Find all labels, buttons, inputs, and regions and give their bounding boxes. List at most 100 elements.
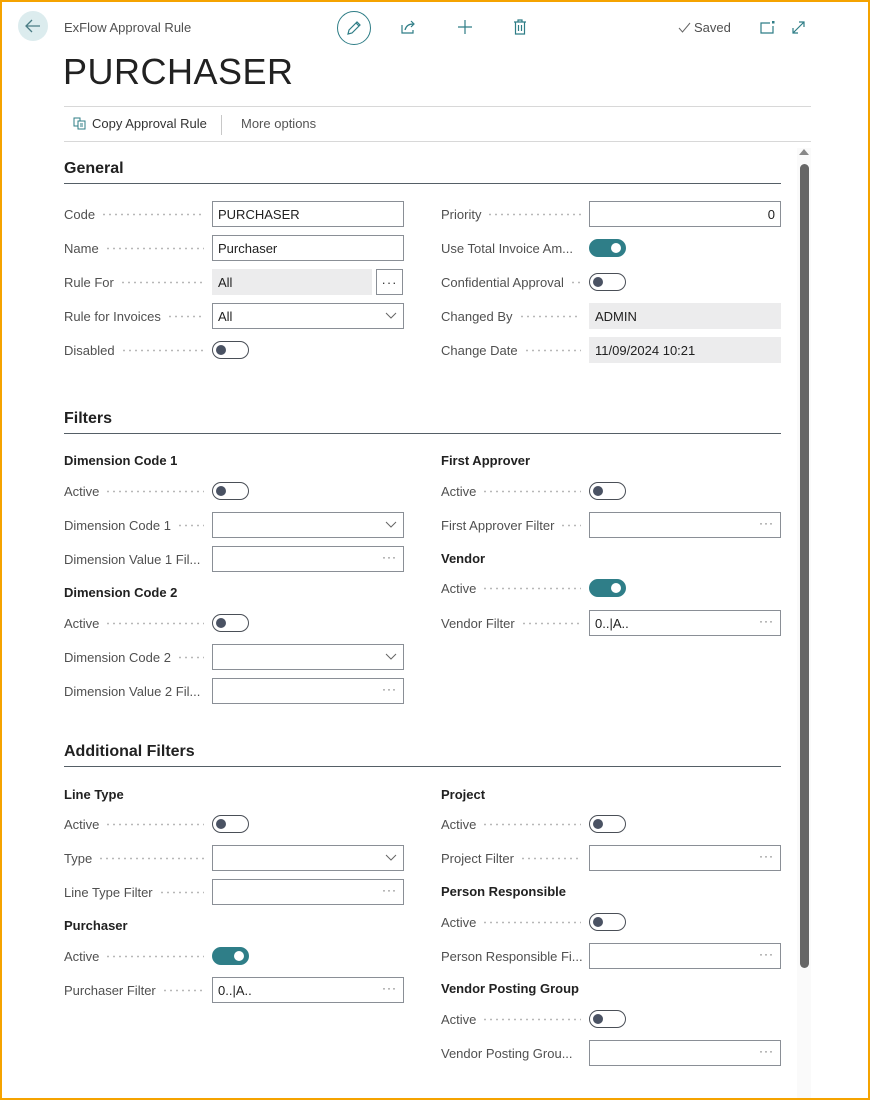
dimension-value-1-filter-input[interactable]: ··· <box>212 546 404 572</box>
field-label: Active <box>64 616 212 631</box>
new-button[interactable] <box>455 17 475 37</box>
code-input[interactable]: PURCHASER <box>212 201 404 227</box>
line-type-filter-input[interactable]: ··· <box>212 879 404 905</box>
group-title-person-responsible: Person Responsible <box>441 884 566 899</box>
dimension-code-1-select[interactable] <box>212 512 404 538</box>
dimension-code-2-select[interactable] <box>212 644 404 670</box>
edit-button[interactable] <box>337 11 371 45</box>
rule-for-invoices-select[interactable]: All <box>212 303 404 329</box>
vendor-posting-group-filter-input[interactable]: ··· <box>589 1040 781 1066</box>
field-value: PURCHASER <box>218 206 300 222</box>
ellipsis-icon[interactable]: ··· <box>382 883 397 897</box>
purchaser-filter-input[interactable]: 0..|A.. ··· <box>212 977 404 1003</box>
ellipsis-icon[interactable]: ··· <box>759 1044 774 1058</box>
purchaser-filter-row: Purchaser Filter 0..|A.. ··· <box>64 977 404 1003</box>
dim1-active-toggle[interactable] <box>212 482 249 500</box>
toggle-knob <box>593 485 603 496</box>
field-label: Name <box>64 241 212 256</box>
disabled-toggle[interactable] <box>212 341 249 359</box>
field-label: Purchaser Filter <box>64 983 212 998</box>
open-new-window-button[interactable] <box>758 17 778 37</box>
label-leader-dots <box>176 523 204 527</box>
field-label: Rule For <box>64 275 212 290</box>
field-label: Active <box>441 484 589 499</box>
field-value: ADMIN <box>595 308 637 324</box>
save-status-label: Saved <box>694 20 731 35</box>
back-button[interactable] <box>18 11 48 41</box>
expand-button[interactable] <box>788 17 808 37</box>
dim1-code-row: Dimension Code 1 <box>64 512 404 538</box>
section-title-general[interactable]: General <box>64 160 124 178</box>
confidential-approval-toggle[interactable] <box>589 273 626 291</box>
line-type-active-toggle[interactable] <box>212 815 249 833</box>
code-row: Code PURCHASER <box>64 201 404 227</box>
priority-input[interactable]: 0 <box>589 201 781 227</box>
change-date-label: Change Date <box>441 342 518 358</box>
section-title-additional-filters[interactable]: Additional Filters <box>64 743 195 761</box>
first-approver-active-toggle[interactable] <box>589 482 626 500</box>
field-label: Person Responsible Fi... <box>441 949 589 964</box>
field-label: Code <box>64 207 212 222</box>
active-label: Active <box>441 816 477 832</box>
group-title-purchaser: Purchaser <box>64 918 128 933</box>
label-leader-dots <box>560 523 581 527</box>
expand-icon <box>791 20 805 34</box>
dimension-value-2-filter-input[interactable]: ··· <box>212 678 404 704</box>
more-options-button[interactable]: More options <box>241 116 316 131</box>
label-leader-dots <box>482 586 581 590</box>
ellipsis-icon[interactable]: ··· <box>759 947 774 961</box>
field-label: Line Type Filter <box>64 885 212 900</box>
chevron-down-icon <box>385 312 397 319</box>
use-total-invoice-amount-toggle[interactable] <box>589 239 626 257</box>
person-responsible-active-toggle[interactable] <box>589 913 626 931</box>
section-title-filters[interactable]: Filters <box>64 410 112 428</box>
toggle-knob <box>593 276 603 287</box>
dim2-active-toggle[interactable] <box>212 614 249 632</box>
field-value: 11/09/2024 10:21 <box>595 342 696 358</box>
vendor-active-toggle[interactable] <box>589 579 626 597</box>
copy-approval-rule-button[interactable]: Copy Approval Rule <box>73 116 207 131</box>
delete-button[interactable] <box>510 17 530 37</box>
name-label: Name <box>64 240 99 256</box>
label-leader-dots <box>520 621 581 625</box>
label-leader-dots <box>98 856 204 860</box>
scroll-up-arrow-icon[interactable] <box>799 149 809 155</box>
rule-for-assist-button[interactable]: ··· <box>376 269 403 295</box>
label-leader-dots <box>158 890 204 894</box>
scrollbar-thumb[interactable] <box>800 164 809 968</box>
line-type-filter-row: Line Type Filter ··· <box>64 879 404 905</box>
name-input[interactable]: Purchaser <box>212 235 404 261</box>
group-title-line-type: Line Type <box>64 787 124 802</box>
field-label: Rule for Invoices <box>64 309 212 324</box>
ellipsis-icon[interactable]: ··· <box>759 614 774 628</box>
active-label: Active <box>441 483 477 499</box>
label-leader-dots <box>176 655 204 659</box>
disabled-label: Disabled <box>64 342 115 358</box>
ellipsis-icon[interactable]: ··· <box>382 550 397 564</box>
field-value: All <box>218 308 233 324</box>
vendor-posting-group-active-toggle[interactable] <box>589 1010 626 1028</box>
page-title: PURCHASER <box>63 51 294 92</box>
group-title-vendor: Vendor <box>441 551 486 566</box>
type-row: Type <box>64 845 404 871</box>
purchaser-active-toggle[interactable] <box>212 947 249 965</box>
share-button[interactable] <box>399 17 419 37</box>
ellipsis-icon[interactable]: ··· <box>382 981 397 995</box>
project-filter-input[interactable]: ··· <box>589 845 781 871</box>
person-active-row: Active <box>441 909 781 935</box>
field-value: 0..|A.. <box>218 982 252 998</box>
project-filter-label: Project Filter <box>441 850 514 866</box>
vendor-filter-row: Vendor Filter 0..|A.. ··· <box>441 610 781 636</box>
label-leader-dots <box>569 280 581 284</box>
active-label: Active <box>441 914 477 930</box>
first-approver-filter-input[interactable]: ··· <box>589 512 781 538</box>
ellipsis-icon[interactable]: ··· <box>759 849 774 863</box>
ellipsis-icon[interactable]: ··· <box>382 682 397 696</box>
label-leader-dots <box>105 822 204 826</box>
ellipsis-icon[interactable]: ··· <box>759 516 774 530</box>
person-responsible-filter-input[interactable]: ··· <box>589 943 781 969</box>
dim2-code-row: Dimension Code 2 <box>64 644 404 670</box>
project-active-toggle[interactable] <box>589 815 626 833</box>
vendor-filter-input[interactable]: 0..|A.. ··· <box>589 610 781 636</box>
type-select[interactable] <box>212 845 404 871</box>
